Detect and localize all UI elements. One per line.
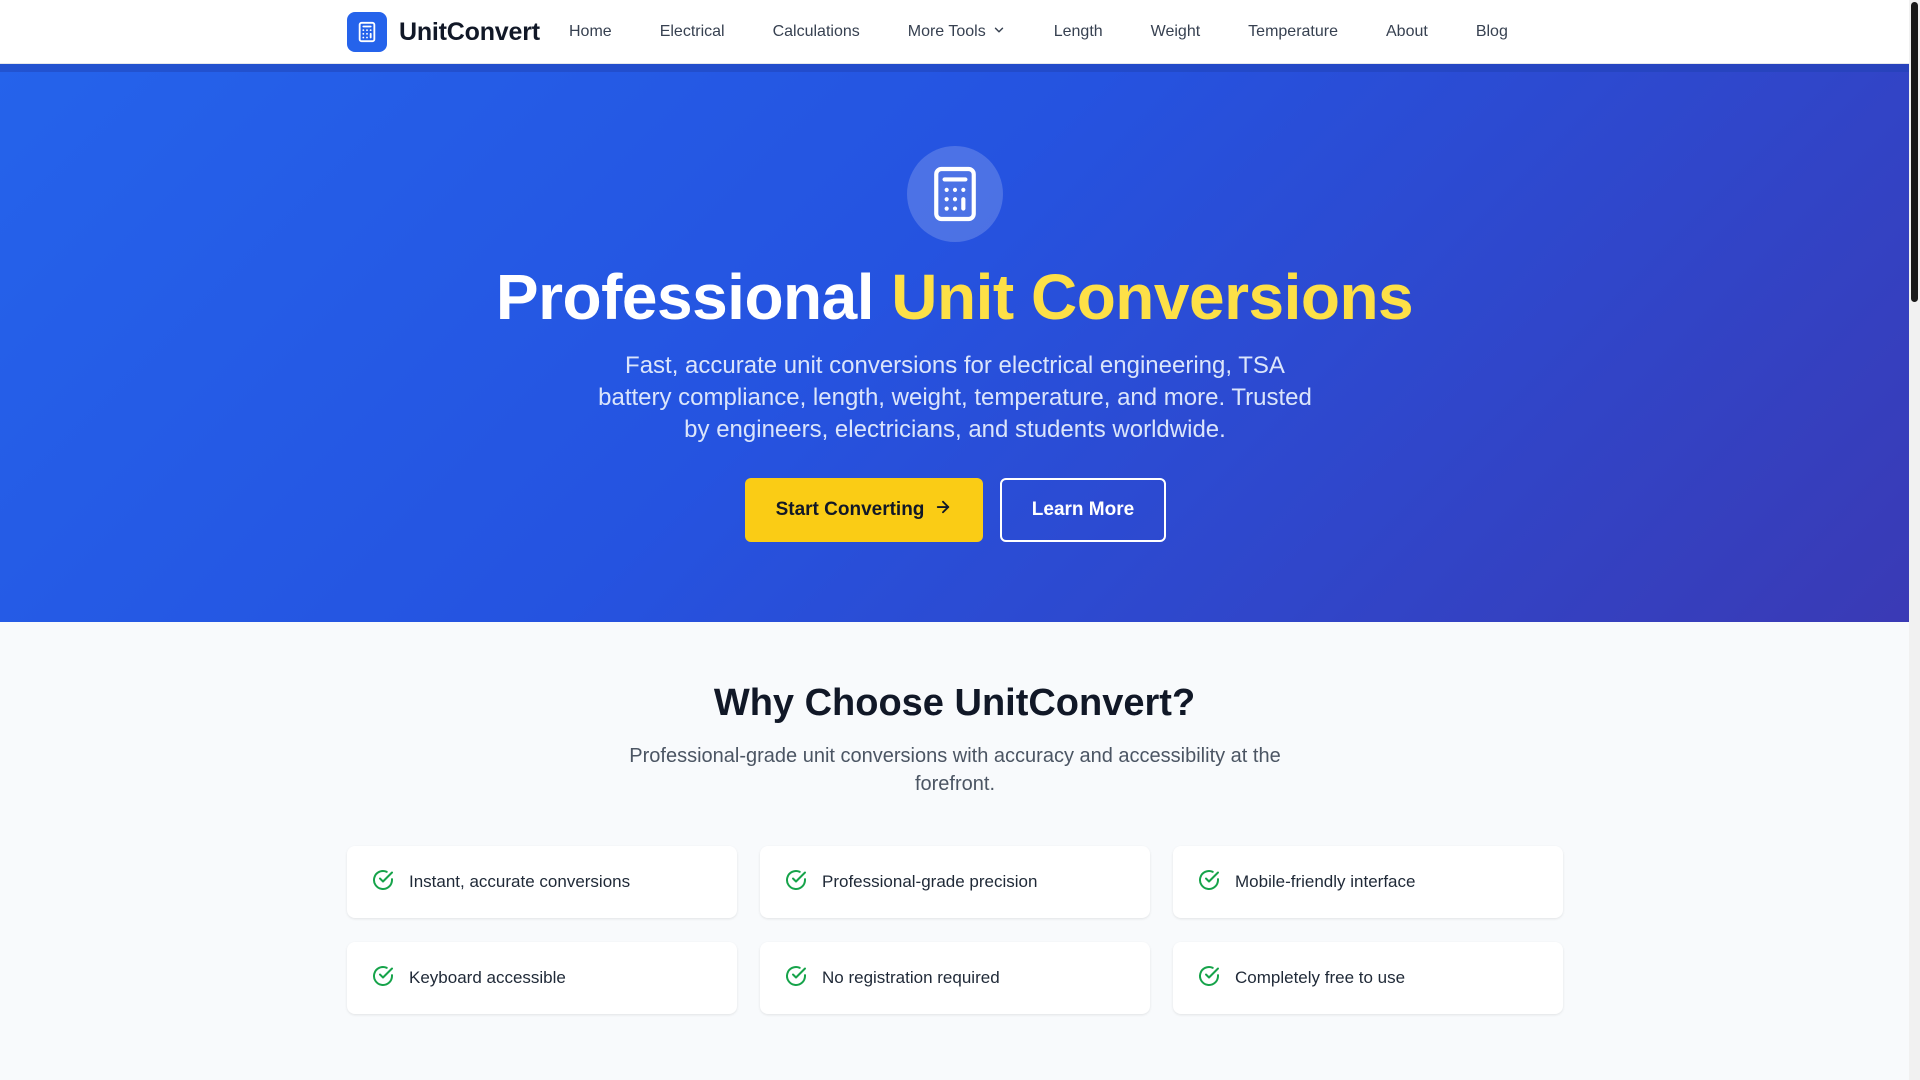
- feature-label: Instant, accurate conversions: [409, 872, 631, 891]
- main-nav: Home Electrical Calculations More Tools …: [569, 0, 1508, 64]
- feature-card: Professional-grade precision: [760, 846, 1150, 918]
- hero-subtitle: Fast, accurate unit conversions for elec…: [598, 352, 1312, 443]
- brand-name: UnitConvert: [399, 17, 540, 46]
- nav-item-label: Electrical: [659, 23, 725, 40]
- nav-item-about[interactable]: About: [1386, 23, 1428, 41]
- hero-section: Professional Unit Conversions Fast, accu…: [0, 64, 1909, 622]
- nav-item-label: Temperature: [1248, 23, 1338, 40]
- feature-card: Instant, accurate conversions: [347, 846, 737, 918]
- chevron-down-icon: [992, 23, 1006, 42]
- check-circle-icon: [371, 868, 395, 897]
- nav-item-label: Home: [569, 23, 612, 40]
- nav-item-label: Weight: [1150, 23, 1201, 40]
- nav-item-label: About: [1386, 23, 1428, 40]
- hero-divider: [0, 64, 1909, 72]
- nav-item-calculations[interactable]: Calculations: [773, 23, 860, 41]
- scrollbar-thumb[interactable]: [1911, 2, 1918, 302]
- hero-title-main: Professional: [495, 261, 892, 333]
- nav-item-label: Calculations: [772, 23, 860, 40]
- site-header: UnitConvert Home Electrical Calculations…: [0, 0, 1909, 64]
- feature-card: Mobile-friendly interface: [1173, 846, 1563, 918]
- feature-label: Keyboard accessible: [409, 968, 566, 987]
- nav-item-blog[interactable]: Blog: [1476, 23, 1508, 41]
- nav-item-electrical[interactable]: Electrical: [660, 23, 725, 41]
- hero-actions: Start Converting Learn More: [745, 478, 1166, 542]
- learn-more-button[interactable]: Learn More: [1000, 478, 1166, 542]
- learn-more-label: Learn More: [1031, 499, 1135, 520]
- feature-label: Professional-grade precision: [822, 872, 1038, 891]
- nav-item-more-tools[interactable]: More Tools: [908, 23, 1006, 42]
- features-grid: Instant, accurate conversions Profession…: [347, 846, 1563, 1014]
- check-circle-icon: [371, 964, 395, 993]
- nav-item-label: Length: [1053, 23, 1103, 40]
- nav-item-temperature[interactable]: Temperature: [1248, 23, 1338, 41]
- feature-label: Mobile-friendly interface: [1235, 872, 1416, 891]
- why-subtitle: Professional-grade unit conversions with…: [629, 745, 1281, 795]
- check-circle-icon: [1197, 868, 1221, 897]
- hero-calculator-icon: [907, 146, 1003, 242]
- feature-label: No registration required: [822, 968, 1000, 987]
- feature-card: No registration required: [760, 942, 1150, 1014]
- nav-item-label: More Tools: [907, 23, 986, 40]
- nav-item-weight[interactable]: Weight: [1151, 23, 1201, 41]
- arrow-right-icon: [934, 498, 952, 522]
- check-circle-icon: [784, 964, 808, 993]
- feature-card: Keyboard accessible: [347, 942, 737, 1014]
- nav-item-length[interactable]: Length: [1054, 23, 1103, 41]
- why-title: Why Choose UnitConvert?: [713, 682, 1196, 724]
- nav-item-home[interactable]: Home: [569, 23, 612, 41]
- feature-label: Completely free to use: [1235, 968, 1406, 987]
- nav-item-label: Blog: [1475, 23, 1508, 40]
- page-scrollbar[interactable]: [1909, 0, 1920, 1080]
- hero-title-accent: Unit Conversions: [891, 261, 1414, 333]
- check-circle-icon: [1197, 964, 1221, 993]
- feature-card: Completely free to use: [1173, 942, 1563, 1014]
- start-converting-label: Start Converting: [775, 499, 925, 520]
- start-converting-button[interactable]: Start Converting: [745, 478, 983, 542]
- brand-link[interactable]: UnitConvert: [347, 12, 540, 52]
- check-circle-icon: [784, 868, 808, 897]
- hero-title: Professional Unit Conversions: [0, 260, 1909, 334]
- calculator-icon: [347, 12, 387, 52]
